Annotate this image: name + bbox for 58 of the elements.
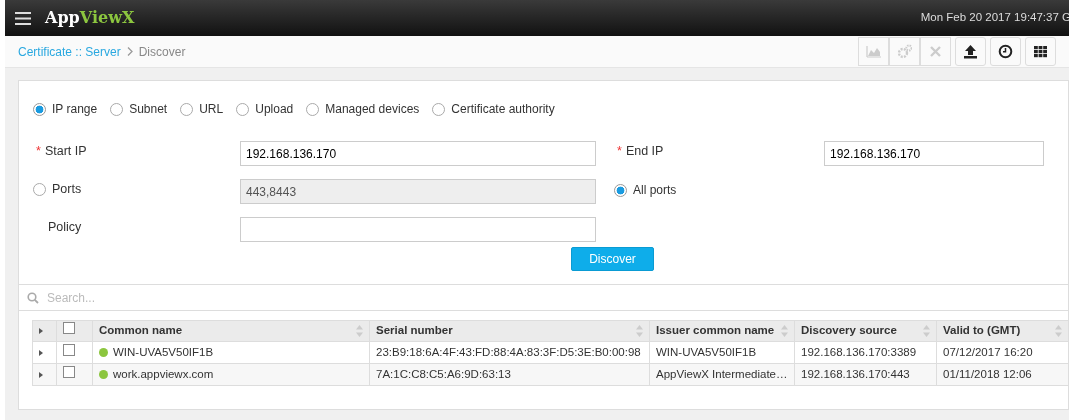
table-cell-text: WIN-UVA5V50IF1B (113, 344, 214, 360)
input-field[interactable]: 192.168.136.170 (240, 141, 596, 166)
table-cell: 7A:1C:C8:C5:A6:9D:63:13 (376, 367, 511, 380)
radio-button[interactable] (236, 102, 250, 116)
expand-icon[interactable] (39, 349, 43, 356)
table-cell: 192.168.136.170:3389 (801, 345, 917, 358)
field-label: End IP (625, 144, 664, 158)
input-field[interactable]: 192.168.136.170 (824, 141, 1044, 166)
required-mark: * (36, 144, 41, 158)
radio-label: IP range (52, 101, 98, 118)
field-label: Start IP (44, 144, 87, 158)
field-label: Policy (48, 220, 82, 234)
sort-icon[interactable] (1055, 325, 1062, 337)
sort-icon[interactable] (781, 325, 788, 337)
radio-label: Certificate authority (451, 101, 555, 118)
radio-button[interactable] (33, 102, 46, 116)
radio-label: Managed devices (325, 101, 420, 118)
clock-button[interactable] (990, 37, 1021, 66)
checkbox[interactable] (63, 343, 75, 356)
sort-icon[interactable] (356, 325, 363, 337)
radio-label: All ports (633, 182, 677, 199)
clock-icon (998, 44, 1013, 59)
chevron-icon (126, 47, 133, 56)
expand-icon[interactable] (39, 371, 43, 378)
logo: AppViewX (45, 7, 135, 29)
table-cell: 07/12/2017 16:20 (943, 345, 1033, 358)
radio-button[interactable] (432, 102, 446, 116)
required-mark: * (617, 144, 622, 158)
radio-label: Subnet (129, 101, 168, 118)
table-cell: 23:B9:18:6A:4F:43:FD:88:4A:83:3F:D5:3E:B0:00:98 (376, 345, 641, 358)
radio-button[interactable] (180, 102, 194, 116)
search-icon (27, 291, 39, 304)
table-cell: WIN-UVA5V50IF1B (656, 345, 757, 358)
checkbox[interactable] (63, 365, 75, 378)
breadcrumb-current: Discover (138, 43, 186, 61)
checkbox[interactable] (63, 322, 75, 335)
chart-icon (866, 44, 881, 59)
field-label: Ports (52, 181, 82, 198)
table-cell: 01/11/2018 12:06 (943, 367, 1032, 380)
upload-icon (963, 44, 978, 59)
table-cell: 192.168.136.170:443 (801, 367, 910, 380)
close-icon (928, 44, 943, 59)
input-field[interactable] (240, 217, 596, 242)
radio-button[interactable] (306, 102, 320, 116)
sort-icon[interactable] (923, 325, 930, 337)
grid-icon (1033, 44, 1048, 59)
table-cell-text: work.appviewx.com (113, 366, 214, 382)
radio-button[interactable] (614, 183, 627, 197)
radio-button[interactable] (110, 102, 124, 116)
expand-icon[interactable] (39, 328, 43, 334)
radio-label: Upload (255, 101, 294, 118)
upload-button[interactable] (955, 37, 986, 66)
gears-icon (897, 44, 912, 59)
radio-label: URL (199, 101, 224, 118)
menu-icon[interactable] (15, 11, 31, 25)
sort-icon[interactable] (636, 325, 643, 337)
table-cell: AppViewX Intermediate… (656, 367, 788, 380)
grid-button[interactable] (1025, 37, 1056, 66)
